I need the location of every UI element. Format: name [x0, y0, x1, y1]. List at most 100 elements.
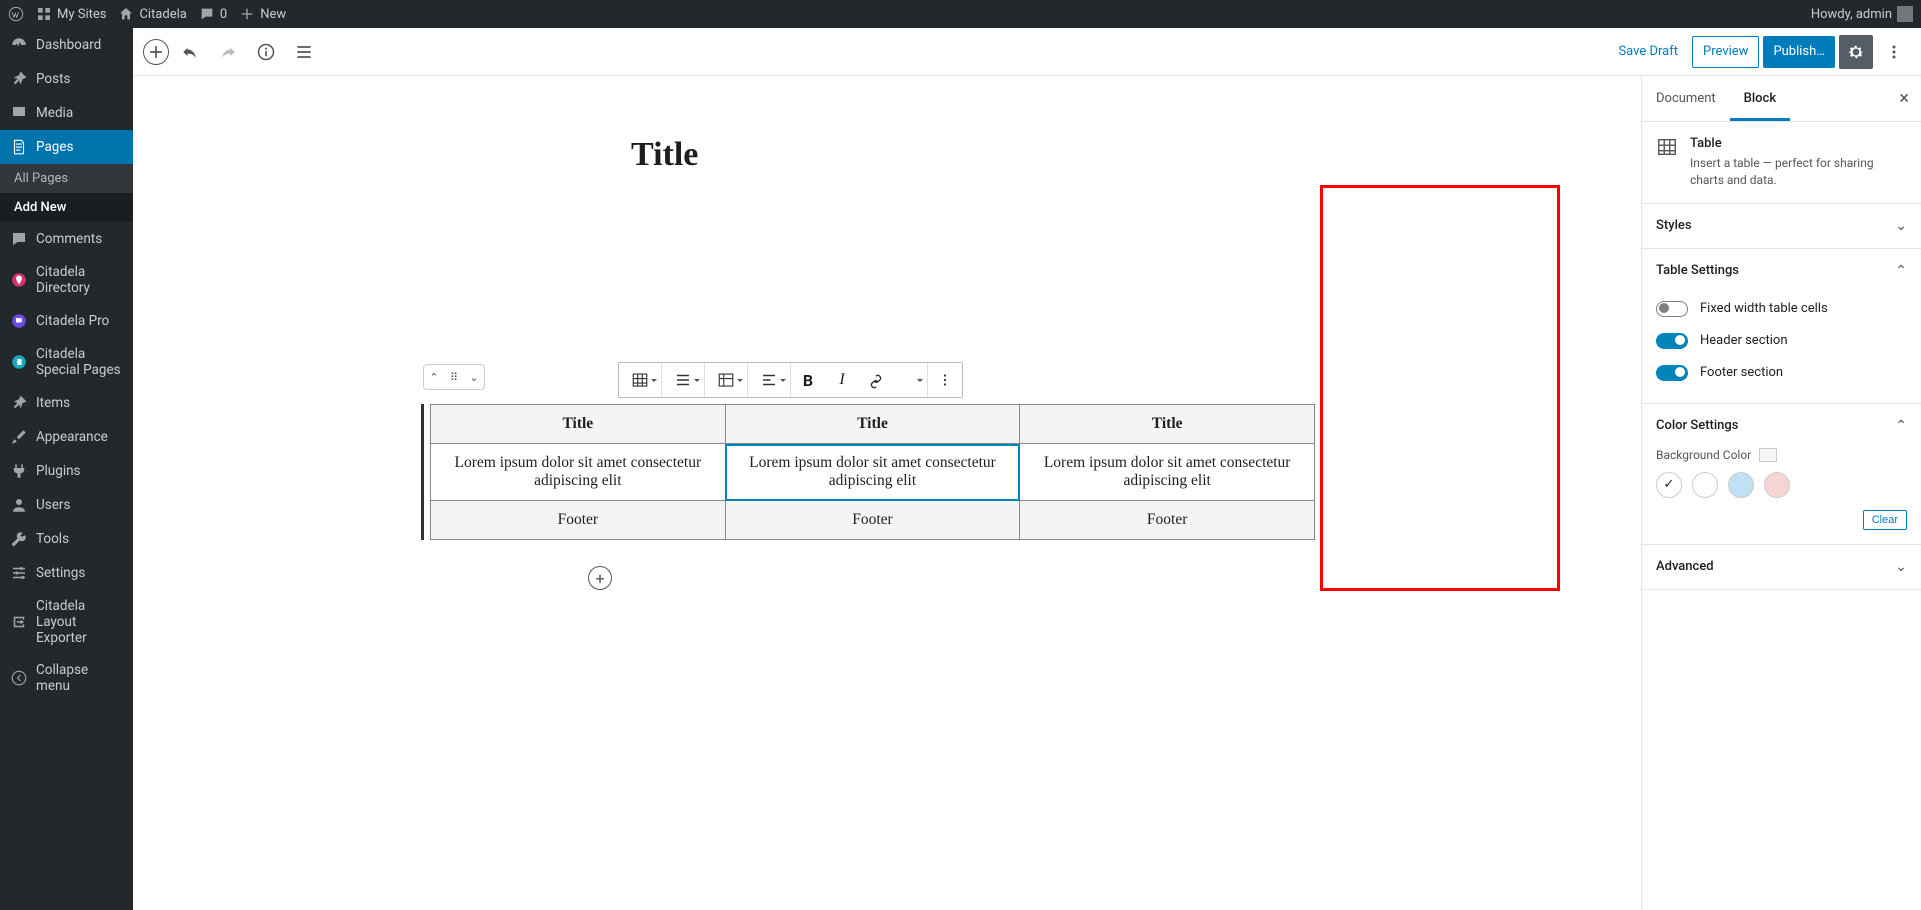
move-down-button[interactable]: ⌄	[464, 365, 484, 389]
sidebar-item-settings[interactable]: Settings	[0, 556, 133, 590]
close-settings-button[interactable]: ×	[1887, 88, 1921, 109]
plus-icon	[146, 42, 166, 62]
sidebar-item-items[interactable]: Items	[0, 386, 133, 420]
table[interactable]: Title Title Title Lorem ipsum dolor sit …	[430, 404, 1315, 540]
media-icon	[10, 104, 28, 122]
color-swatch-white[interactable]: ✓	[1656, 472, 1682, 498]
user-icon	[10, 496, 28, 514]
panel-header-styles[interactable]: Styles ⌄	[1642, 204, 1921, 248]
new-link[interactable]: New	[239, 6, 286, 22]
wp-logo[interactable]	[8, 6, 24, 22]
table-cell[interactable]: Lorem ipsum dolor sit amet consectetur a…	[431, 444, 726, 501]
sidebar-item-appearance[interactable]: Appearance	[0, 420, 133, 454]
align-button[interactable]	[662, 363, 704, 397]
color-swatch-green[interactable]	[1692, 472, 1718, 498]
add-block-inline-button[interactable]: +	[588, 566, 612, 590]
drag-handle[interactable]: ⠿	[444, 365, 464, 389]
sidebar-item-pages[interactable]: Pages	[0, 130, 133, 164]
preview-button[interactable]: Preview	[1692, 36, 1759, 68]
table-block[interactable]: Title Title Title Lorem ipsum dolor sit …	[421, 404, 1315, 540]
table-cell[interactable]: Lorem ipsum dolor sit amet consectetur a…	[725, 444, 1020, 501]
more-vertical-icon	[1884, 42, 1904, 62]
block-type-button[interactable]	[619, 363, 661, 397]
info-button[interactable]	[249, 35, 283, 69]
sidebar-item-dashboard[interactable]: Dashboard	[0, 28, 133, 62]
color-swatch-blue[interactable]	[1728, 472, 1754, 498]
pin-icon	[10, 394, 28, 412]
redo-button[interactable]	[211, 35, 245, 69]
redo-icon	[218, 42, 238, 62]
panel-header-color-settings[interactable]: Color Settings ⌃	[1642, 404, 1921, 448]
comment-count: 0	[220, 7, 227, 22]
undo-icon	[180, 42, 200, 62]
publish-button[interactable]: Publish…	[1763, 36, 1835, 68]
sidebar-item-plugins[interactable]: Plugins	[0, 454, 133, 488]
table-footer-cell[interactable]: Footer	[725, 501, 1020, 540]
block-more-button[interactable]	[928, 363, 962, 397]
table-header-cell[interactable]: Title	[431, 405, 726, 444]
bold-icon: B	[803, 371, 813, 390]
my-sites-link[interactable]: My Sites	[36, 6, 106, 22]
comments-icon	[10, 230, 28, 248]
panel-header-advanced[interactable]: Advanced ⌄	[1642, 545, 1921, 589]
table-header-cell[interactable]: Title	[1020, 405, 1315, 444]
save-draft-button[interactable]: Save Draft	[1608, 36, 1688, 68]
sidebar-item-tools[interactable]: Tools	[0, 522, 133, 556]
move-up-button[interactable]: ⌃	[424, 365, 444, 389]
settings-toggle-button[interactable]	[1839, 35, 1873, 69]
home-icon	[118, 6, 134, 22]
sidebar-item-posts[interactable]: Posts	[0, 62, 133, 96]
comments-link[interactable]: 0	[199, 6, 227, 22]
chevron-down-icon: ⌄	[1895, 559, 1907, 575]
table-edit-icon	[717, 371, 735, 389]
pin-icon	[10, 70, 28, 88]
italic-button[interactable]: I	[825, 363, 859, 397]
outline-button[interactable]	[287, 35, 321, 69]
toggle-footer-section[interactable]	[1656, 365, 1688, 381]
page-title[interactable]: Title	[631, 136, 1641, 174]
bg-color-label: Background Color	[1656, 448, 1751, 462]
toggle-header-section[interactable]	[1656, 333, 1688, 349]
sub-add-new[interactable]: Add New	[0, 193, 133, 222]
table-footer-cell[interactable]: Footer	[431, 501, 726, 540]
sidebar-item-layout-exporter[interactable]: Citadela Layout Exporter	[0, 590, 133, 654]
sub-all-pages[interactable]: All Pages	[0, 164, 133, 193]
edit-table-button[interactable]	[705, 363, 747, 397]
color-swatches: ✓	[1656, 472, 1907, 498]
more-options-button[interactable]	[1877, 35, 1911, 69]
sidebar-collapse[interactable]: Collapse menu	[0, 654, 133, 702]
sidebar-item-users[interactable]: Users	[0, 488, 133, 522]
block-mover[interactable]: ⌃ ⠿ ⌄	[423, 364, 485, 390]
cit-sp-icon	[10, 353, 28, 371]
table-cell[interactable]: Lorem ipsum dolor sit amet consectetur a…	[1020, 444, 1315, 501]
table-header-cell[interactable]: Title	[725, 405, 1020, 444]
text-align-button[interactable]	[748, 363, 790, 397]
bold-button[interactable]: B	[791, 363, 825, 397]
color-swatch-red[interactable]	[1764, 472, 1790, 498]
plus-icon: +	[595, 569, 604, 588]
more-format-button[interactable]	[893, 363, 927, 397]
panel-header-table-settings[interactable]: Table Settings ⌃	[1642, 249, 1921, 293]
add-block-button[interactable]	[143, 39, 169, 65]
sidebar-item-citadela-pro[interactable]: Citadela Pro	[0, 304, 133, 338]
sidebar-item-media[interactable]: Media	[0, 96, 133, 130]
content-area[interactable]: Title ⌃ ⠿ ⌄ B I	[133, 76, 1641, 910]
clear-color-button[interactable]: Clear	[1863, 510, 1907, 530]
toggle-fixed-width[interactable]	[1656, 301, 1688, 317]
site-link[interactable]: Citadela	[118, 6, 186, 22]
undo-button[interactable]	[173, 35, 207, 69]
block-toolbar: B I	[618, 362, 963, 398]
tab-document[interactable]: Document	[1642, 76, 1730, 121]
pages-icon	[10, 138, 28, 156]
link-button[interactable]	[859, 363, 893, 397]
sidebar-item-comments[interactable]: Comments	[0, 222, 133, 256]
dashboard-label: Dashboard	[36, 37, 101, 53]
table-footer-cell[interactable]: Footer	[1020, 501, 1315, 540]
sidebar-item-citadela-directory[interactable]: Citadela Directory	[0, 256, 133, 304]
howdy-user[interactable]: Howdy, admin	[1811, 6, 1913, 22]
sidebar-item-citadela-special[interactable]: Citadela Special Pages	[0, 338, 133, 386]
tab-block[interactable]: Block	[1730, 76, 1790, 121]
toggle-fixed-width-row: Fixed width table cells	[1656, 293, 1907, 325]
sites-icon	[36, 6, 52, 22]
cit-sp-label: Citadela Special Pages	[36, 346, 123, 378]
